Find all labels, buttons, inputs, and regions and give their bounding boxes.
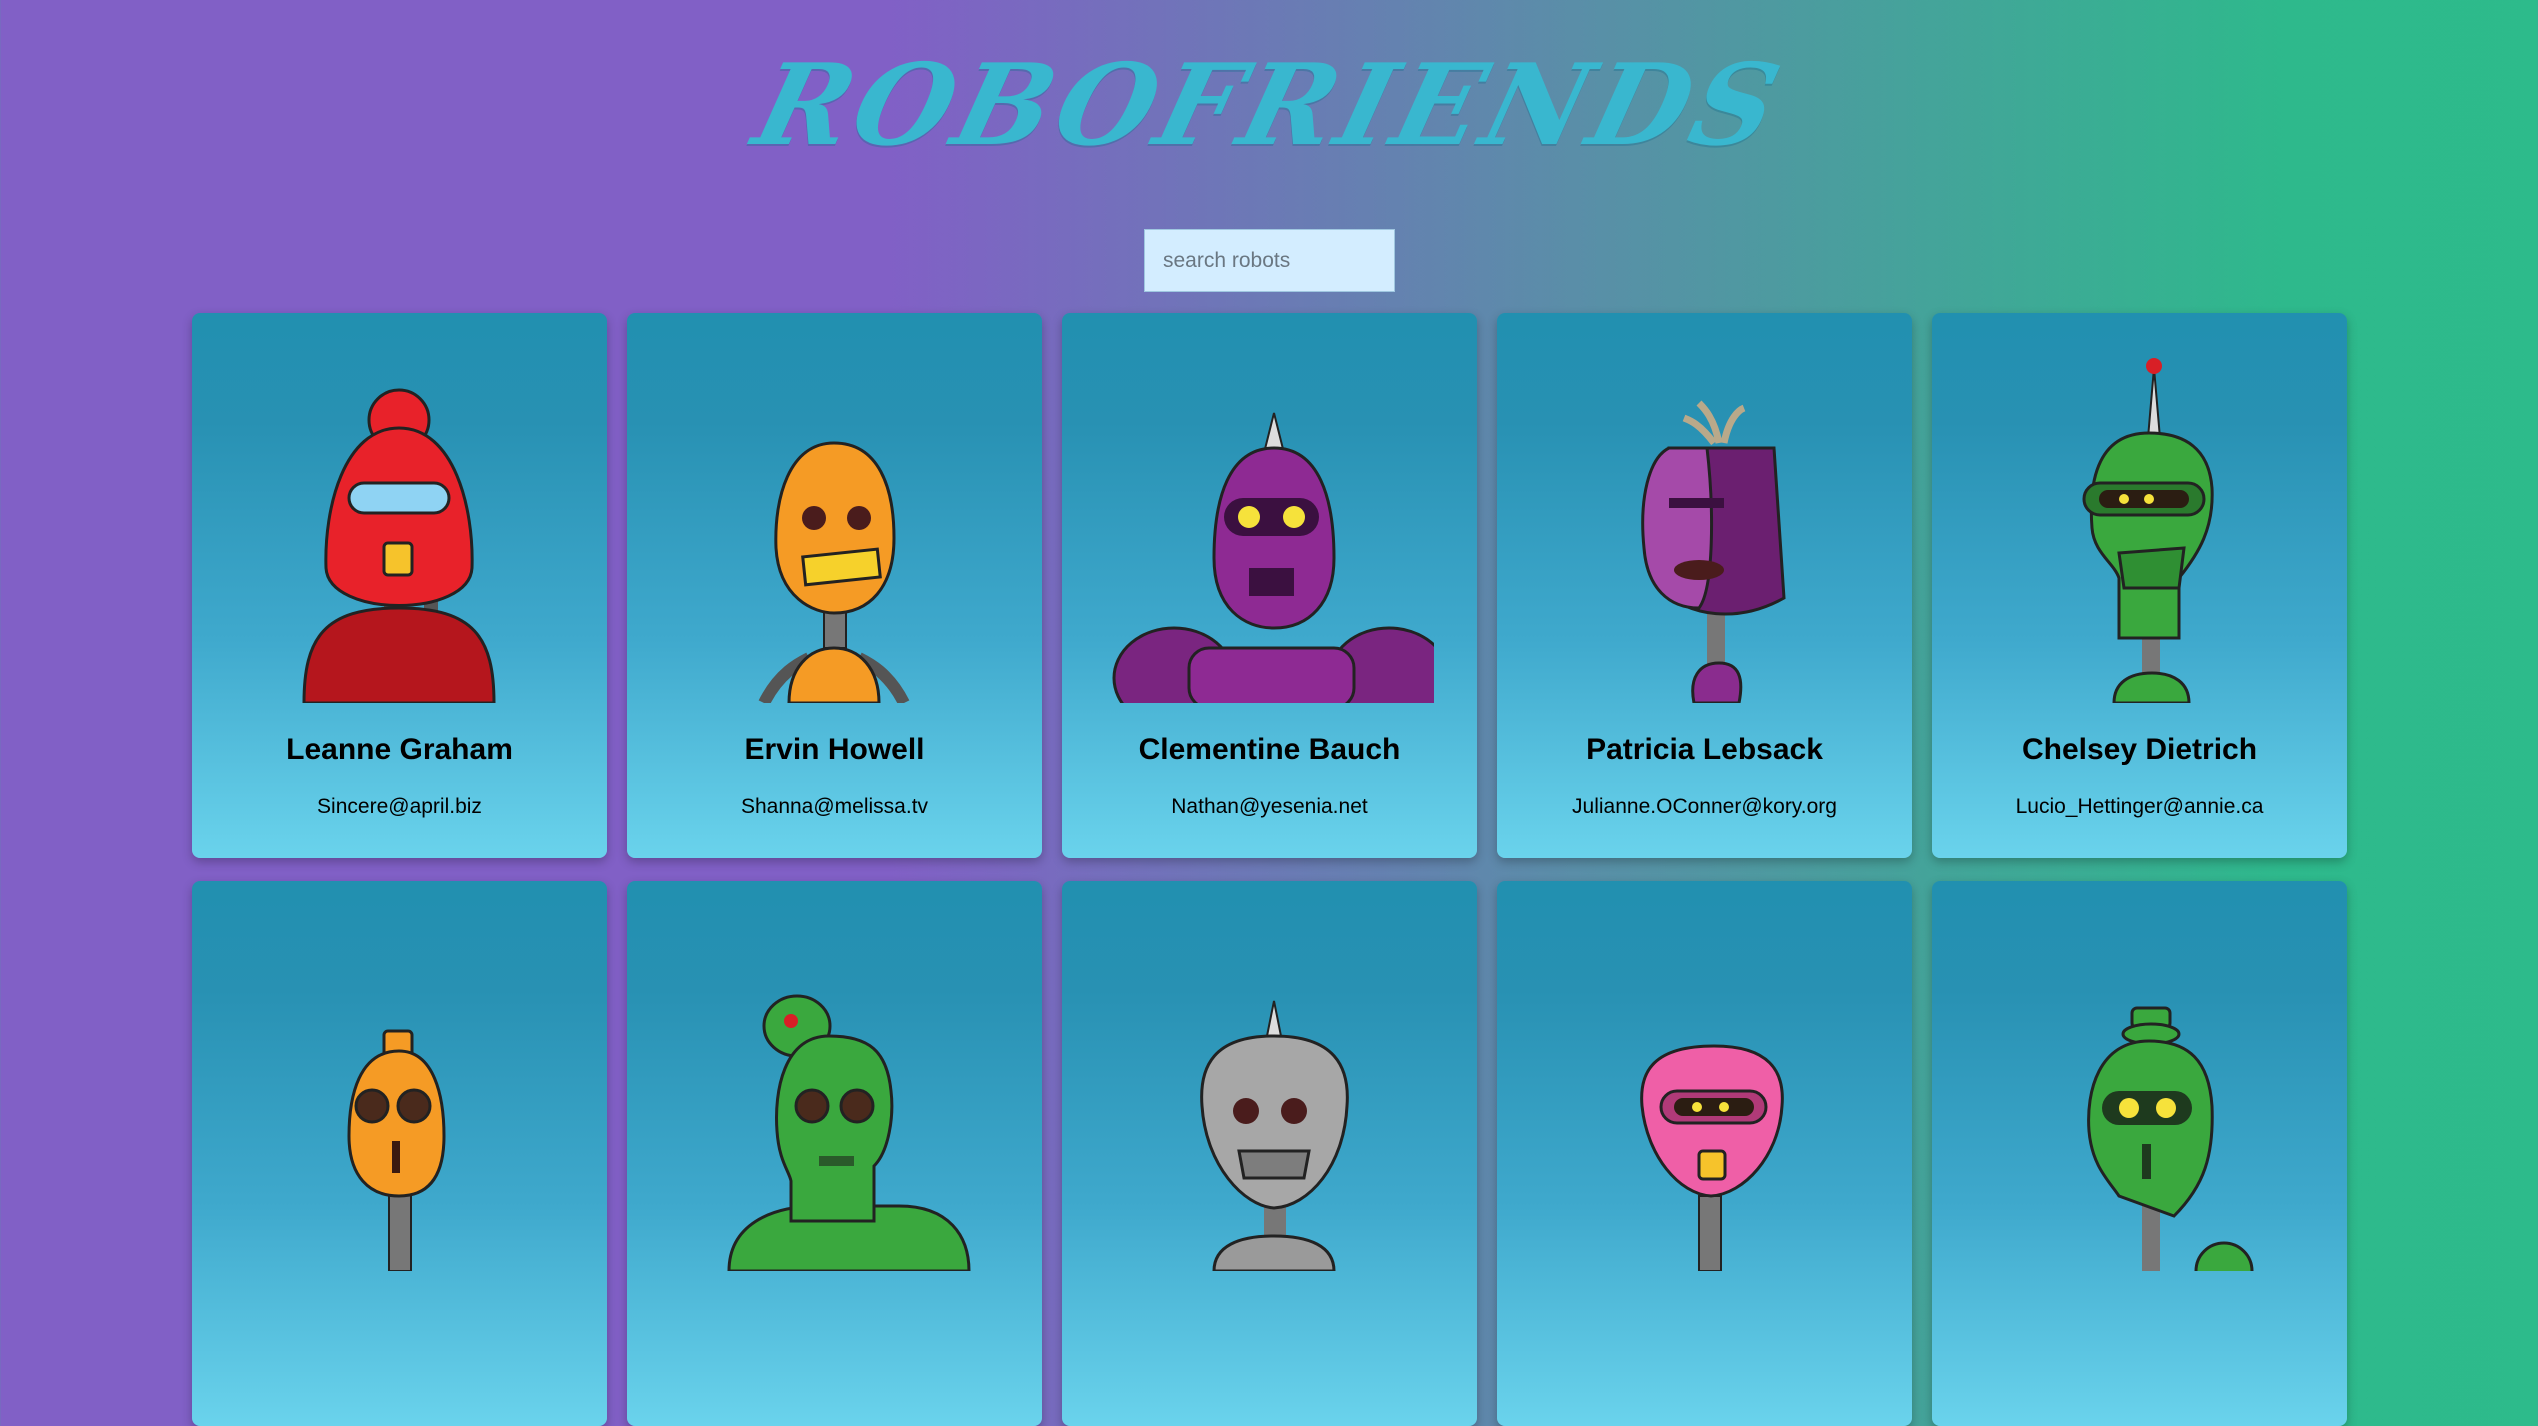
robot-card[interactable]: Patricia Lebsack Julianne.OConner@kory.o… [1497, 313, 1912, 858]
robot-avatar-icon [1640, 1044, 1784, 1271]
robot-email: Julianne.OConner@kory.org [1572, 795, 1837, 818]
robot-card[interactable] [1932, 881, 2347, 1426]
robot-card[interactable] [627, 881, 1042, 1426]
search-input[interactable] [1144, 229, 1395, 292]
robot-name: Chelsey Dietrich [2021, 733, 2258, 766]
robot-email: Shanna@melissa.tv [740, 795, 929, 818]
robot-name: Ervin Howell [744, 733, 925, 766]
robot-card[interactable]: Chelsey Dietrich Lucio_Hettinger@annie.c… [1932, 313, 2347, 858]
robot-name: Leanne Graham [286, 733, 513, 766]
robot-name: Patricia Lebsack [1586, 733, 1823, 766]
robot-avatar-icon [302, 388, 496, 703]
robot-card[interactable]: Ervin Howell Shanna@melissa.tv [627, 313, 1042, 858]
robot-card[interactable] [1497, 881, 1912, 1426]
robot-avatar-icon [347, 1029, 446, 1271]
robot-card[interactable]: Leanne Graham Sincere@april.biz [192, 313, 607, 858]
robot-avatar-icon [2082, 358, 2214, 703]
robot-card[interactable]: Clementine Bauch Nathan@yesenia.net [1062, 313, 1477, 858]
robot-avatar-icon [1641, 400, 1786, 703]
robot-card[interactable] [192, 881, 607, 1426]
robot-avatar-icon [1112, 412, 1434, 703]
robot-email: Lucio_Hettinger@annie.ca [2015, 795, 2264, 818]
robot-avatar-icon [727, 994, 971, 1271]
robot-avatar-icon [2087, 1006, 2254, 1271]
app-title: ROBOFRIENDS [742, 40, 1796, 171]
robot-avatar-icon [758, 441, 910, 703]
robot-card[interactable] [1062, 881, 1477, 1426]
robot-email: Sincere@april.biz [317, 795, 482, 818]
robot-name: Clementine Bauch [1138, 733, 1401, 766]
robot-avatar-icon [1200, 1000, 1349, 1271]
robot-email: Nathan@yesenia.net [1171, 795, 1368, 818]
